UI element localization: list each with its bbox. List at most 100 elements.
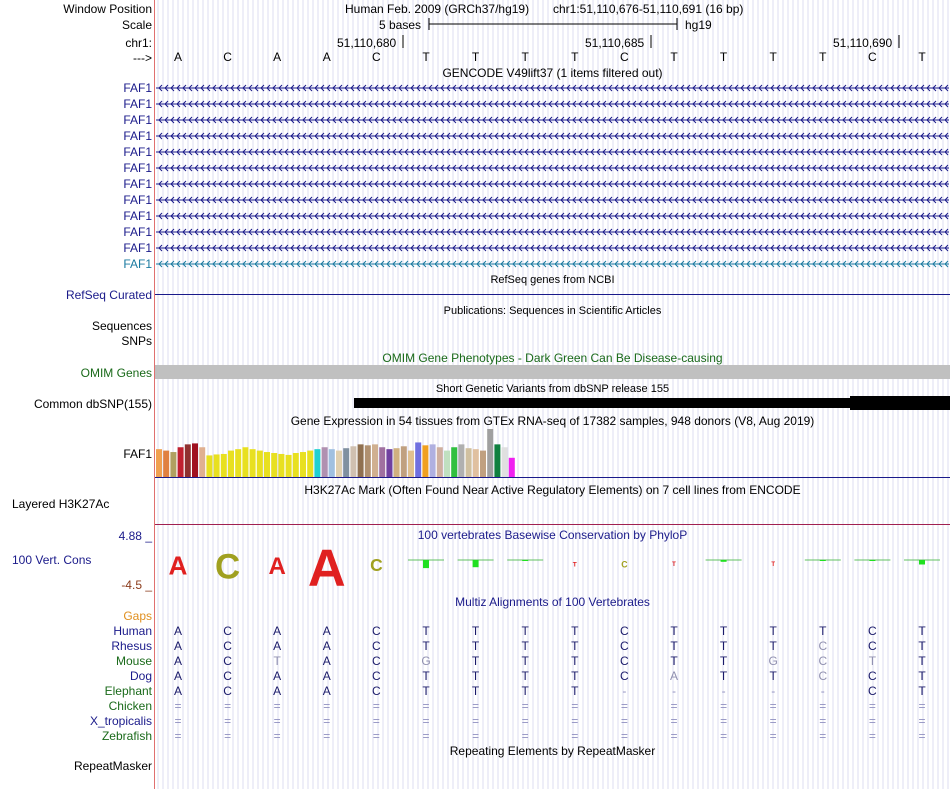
dna-base: A [322, 50, 331, 64]
multiz-aligned-base: - [672, 684, 676, 698]
refseq-label[interactable]: RefSeq Curated [66, 288, 152, 302]
multiz-aligned-base: = [224, 714, 232, 728]
multiz-aligned-base: T [769, 669, 777, 683]
multiz-aligned-base: = [571, 729, 579, 743]
multiz-aligned-base: C [223, 654, 232, 668]
omim-label[interactable]: OMIM Genes [81, 366, 152, 380]
multiz-aligned-base: = [819, 714, 827, 728]
dbsnp-label[interactable]: Common dbSNP(155) [34, 397, 152, 411]
phylop-max-label: 4.88 _ [118, 529, 152, 543]
multiz-species-label[interactable]: Zebrafish [102, 729, 152, 743]
gtex-tissue-bar [264, 452, 270, 477]
multiz-aligned-base: T [571, 684, 579, 698]
multiz-species-label[interactable]: Mouse [116, 654, 152, 668]
gtex-expression-bars[interactable] [155, 428, 950, 478]
multiz-aligned-base: C [223, 684, 232, 698]
multiz-aligned-base: = [174, 699, 182, 713]
multiz-aligned-base: C [620, 669, 629, 683]
dna-base: T [769, 50, 777, 64]
multiz-aligned-base: = [224, 729, 232, 743]
gtex-tissue-bar [307, 450, 314, 477]
omim-gene-bar[interactable] [155, 365, 950, 379]
multiz-species-label[interactable]: Elephant [105, 684, 152, 698]
multiz-aligned-base: = [670, 729, 678, 743]
multiz-species-label[interactable]: Human [113, 624, 152, 638]
phylop-score-bar [423, 560, 429, 569]
multiz-aligned-base: = [819, 729, 827, 743]
multiz-aligned-base: T [521, 669, 529, 683]
gencode-gene-label[interactable]: FAF1 [123, 209, 152, 223]
multiz-aligned-base: C [818, 654, 828, 668]
gencode-gene-label[interactable]: FAF1 [123, 129, 152, 143]
multiz-aligned-base: T [918, 669, 926, 683]
gencode-gene-label[interactable]: FAF1 [123, 177, 152, 191]
multiz-aligned-base: = [720, 699, 728, 713]
gencode-gene-label[interactable]: FAF1 [123, 81, 152, 95]
dna-base: T [670, 50, 678, 64]
multiz-title: Multiz Alignments of 100 Vertebrates [455, 595, 650, 609]
window-position-label: Window Position [63, 2, 152, 16]
gencode-gene-label[interactable]: FAF1 [123, 97, 152, 111]
multiz-aligned-base: = [472, 714, 480, 728]
multiz-aligned-base: C [620, 654, 629, 668]
gtex-tissue-bar [436, 447, 443, 477]
h3k27ac-label[interactable]: Layered H3K27Ac [12, 497, 109, 511]
gencode-gene-label[interactable]: FAF1 [123, 241, 152, 255]
phylop-base-letter: C [621, 560, 628, 570]
multiz-aligned-base: - [771, 684, 776, 698]
dbsnp-variant-2[interactable] [850, 396, 950, 410]
gencode-gene-label[interactable]: FAF1 [123, 225, 152, 239]
gencode-gene-label[interactable]: FAF1 [123, 113, 152, 127]
gencode-gene-label[interactable]: FAF1 [123, 193, 152, 207]
multiz-aligned-base: C [223, 624, 232, 638]
gencode-gene-label[interactable]: FAF1 [123, 257, 152, 271]
multiz-aligned-base: T [471, 669, 480, 683]
multiz-aligned-base: A [322, 639, 331, 653]
gtex-tissue-bar [386, 449, 393, 477]
multiz-aligned-base: = [769, 729, 777, 743]
multiz-aligned-base: - [820, 684, 825, 698]
multiz-aligned-base: = [918, 729, 926, 743]
multiz-aligned-base: T [471, 684, 480, 698]
multiz-aligned-base: T [471, 654, 480, 668]
h3k27ac-title: H3K27Ac Mark (Often Found Near Active Re… [304, 483, 801, 497]
gencode-gene-label[interactable]: FAF1 [123, 145, 152, 159]
multiz-aligned-base: A [273, 684, 282, 698]
gtex-tissue-bar [465, 448, 472, 477]
gtex-tissue-bar [249, 449, 256, 477]
gencode-gene-features[interactable] [155, 80, 950, 280]
multiz-species-label[interactable]: Rhesus [111, 639, 152, 653]
dna-base: T [422, 50, 430, 64]
multiz-aligned-base: T [918, 639, 926, 653]
phylop-label[interactable]: 100 Vert. Cons [12, 553, 91, 567]
phylop-conservation-plot[interactable]: ACAACTCTT [155, 540, 950, 590]
gtex-tissue-bar [422, 445, 429, 477]
gtex-tissue-bar [487, 429, 494, 477]
gtex-tissue-bar [400, 446, 407, 477]
multiz-species-label[interactable]: Dog [130, 669, 152, 683]
phylop-base-letter: T [771, 562, 775, 568]
multiz-aligned-base: = [323, 729, 331, 743]
multiz-species-label[interactable]: X_tropicalis [90, 714, 152, 728]
gtex-tissue-bar [328, 449, 335, 477]
multiz-species-label[interactable]: Chicken [109, 699, 152, 713]
multiz-aligned-base: G [421, 654, 431, 668]
ruler-ticks [402, 35, 900, 48]
multiz-aligned-base: T [422, 639, 430, 653]
multiz-aligned-base: A [173, 684, 182, 698]
multiz-aligned-base: = [273, 699, 281, 713]
publications-sequences-label[interactable]: Sequences [92, 319, 152, 333]
multiz-aligned-base: = [422, 699, 430, 713]
gencode-title: GENCODE V49lift37 (1 items filtered out) [442, 66, 663, 80]
dna-base: C [620, 50, 629, 64]
gtex-label[interactable]: FAF1 [123, 447, 152, 461]
gencode-gene-label[interactable]: FAF1 [123, 161, 152, 175]
gtex-tissue-bar [184, 444, 191, 477]
track-area[interactable]: Human Feb. 2009 (GRCh37/hg19) chr1:51,11… [155, 0, 950, 789]
refseq-gene-line[interactable] [155, 294, 950, 295]
gtex-tissue-bar [321, 447, 328, 477]
repeatmasker-label[interactable]: RepeatMasker [74, 759, 152, 773]
gtex-tissue-bar [480, 450, 486, 477]
publications-snps-label[interactable]: SNPs [121, 334, 152, 348]
multiz-aligned-base: = [521, 699, 529, 713]
